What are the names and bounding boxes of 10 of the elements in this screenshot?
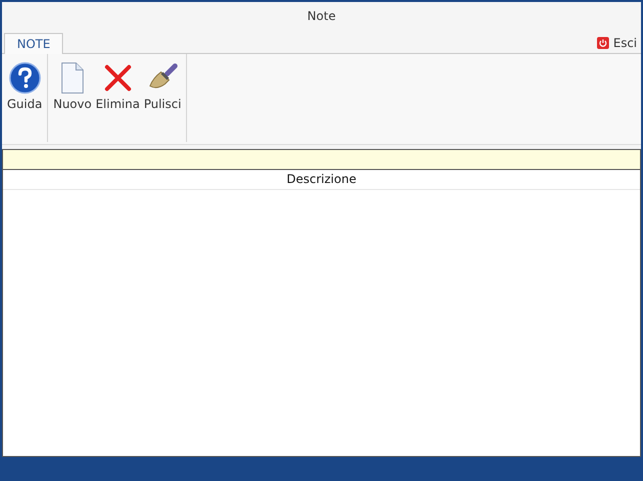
ribbon-tab[interactable]: NOTE — [4, 33, 64, 54]
window-title: Note — [307, 9, 336, 23]
exit-button[interactable]: Esci — [597, 36, 637, 53]
help-icon — [8, 62, 41, 94]
ribbon-button[interactable]: Elimina — [94, 60, 141, 113]
ribbon-button[interactable]: Pulisci — [142, 60, 182, 113]
column-header[interactable]: Descrizione — [3, 170, 640, 189]
ribbon-button[interactable]: Guida — [6, 60, 44, 113]
power-icon — [597, 37, 610, 49]
ribbon-button[interactable]: Nuovo — [52, 60, 93, 113]
